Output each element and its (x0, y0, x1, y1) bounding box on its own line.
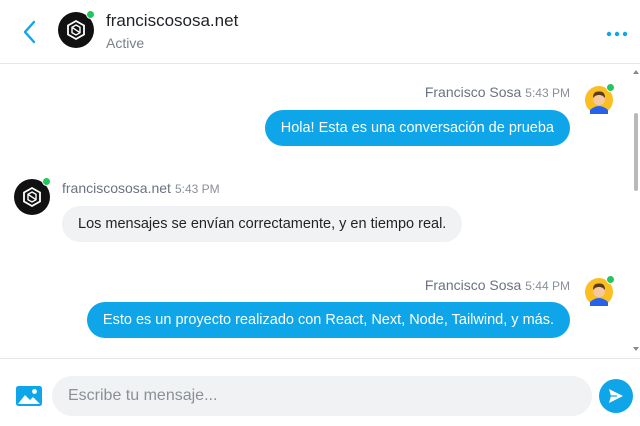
send-button[interactable] (599, 379, 633, 413)
hexagon-logo-icon (23, 186, 41, 208)
contact-status: Active (106, 35, 145, 51)
image-icon (16, 386, 42, 406)
online-indicator (606, 275, 615, 284)
message-time: 5:44 PM (525, 279, 570, 293)
message-sender: franciscososa.net (62, 180, 171, 196)
message-sender: Francisco Sosa (424, 277, 522, 293)
message-meta: Francisco Sosa 5:44 PM (425, 277, 570, 293)
scroll-thumb[interactable] (634, 113, 638, 191)
contact-name: franciscososa.net (106, 11, 239, 30)
chevron-left-icon (23, 20, 36, 44)
message-time: 5:43 PM (174, 182, 220, 196)
more-horizontal-icon (606, 31, 628, 37)
contact-avatar (14, 177, 51, 215)
online-indicator (42, 177, 51, 186)
message-meta: Francisco Sosa 5:43 PM (425, 84, 570, 100)
chat-header: franciscososa.net Active (0, 0, 640, 64)
message-sender: Francisco Sosa (424, 84, 522, 100)
back-button[interactable] (20, 19, 40, 45)
hexagon-logo-icon (67, 19, 85, 41)
message-composer (0, 358, 640, 426)
scroll-up-arrow[interactable] (633, 70, 639, 74)
online-indicator (606, 83, 615, 92)
contact-avatar[interactable] (58, 10, 95, 48)
send-icon (609, 389, 623, 403)
message-time: 5:43 PM (525, 86, 570, 100)
attach-image-button[interactable] (15, 385, 43, 407)
user-avatar (585, 83, 615, 114)
message-bubble: Esto es un proyecto realizado con React,… (86, 302, 570, 338)
message-input[interactable] (52, 376, 592, 416)
online-indicator (86, 10, 95, 19)
message-bubble: Hola! Esta es una conversación de prueba (264, 110, 570, 146)
scrollbar[interactable] (632, 65, 640, 357)
user-avatar (585, 275, 615, 306)
message-bubble: Los mensajes se envían correctamente, y … (62, 206, 463, 242)
more-options-button[interactable] (606, 26, 628, 37)
message-list[interactable]: Francisco Sosa 5:43 PM Hola! Esta es una … (0, 65, 640, 357)
message-meta: franciscososa.net 5:43 PM (62, 180, 220, 196)
scroll-down-arrow[interactable] (633, 347, 639, 351)
